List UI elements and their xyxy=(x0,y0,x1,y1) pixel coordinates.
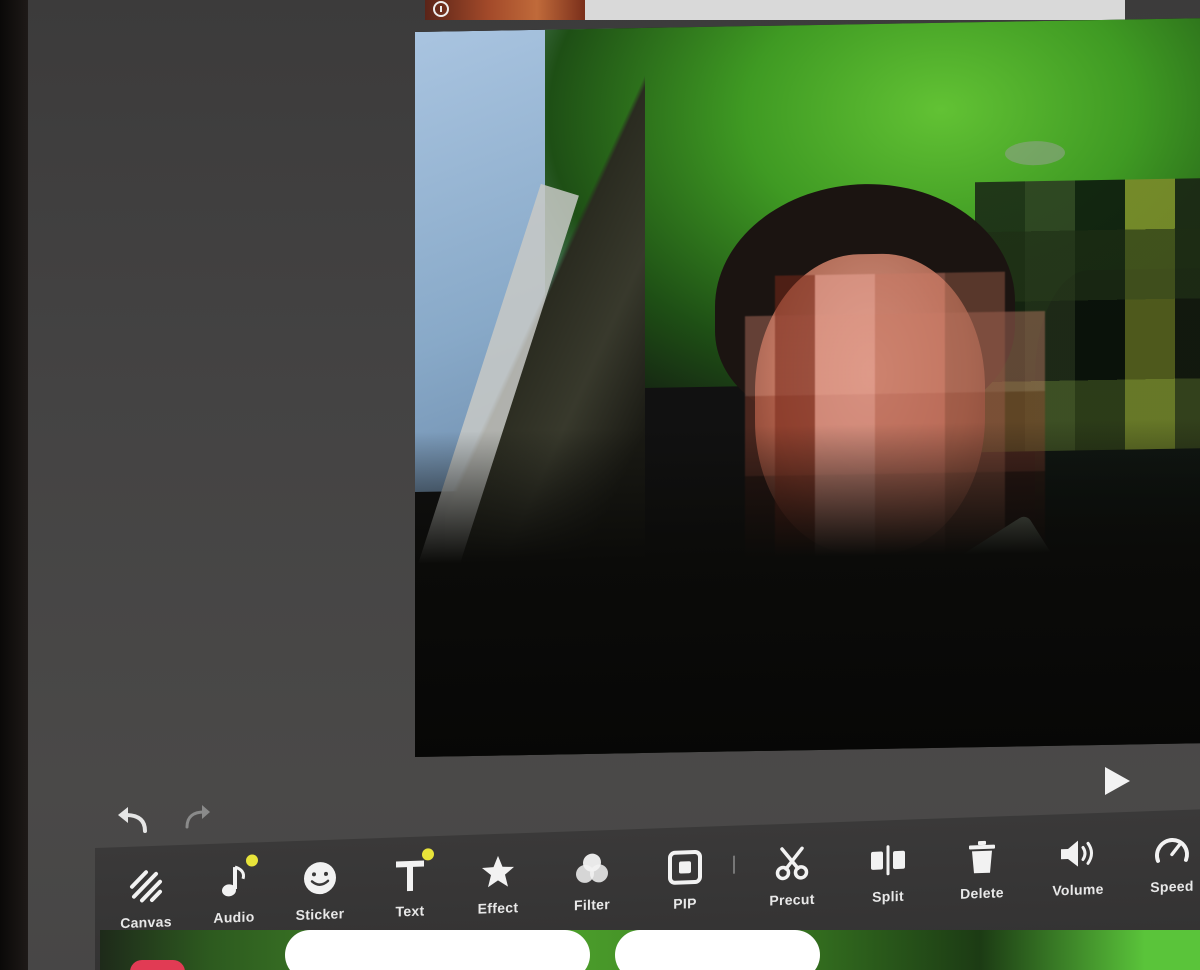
undo-arrow-icon xyxy=(118,807,147,833)
tool-label: Canvas xyxy=(120,913,172,932)
video-preview[interactable] xyxy=(415,18,1200,757)
canvas-stripes-icon xyxy=(126,866,166,907)
photo-scene: Canvas Audio Sticker Text Effect Filter … xyxy=(0,0,1200,970)
redo-button[interactable] xyxy=(182,801,214,831)
new-badge xyxy=(422,848,434,861)
play-icon xyxy=(1105,767,1130,795)
tool-label: Precut xyxy=(769,890,815,909)
timeline-record-marker[interactable] xyxy=(130,960,185,970)
redaction-mark xyxy=(285,930,590,970)
tool-text[interactable]: Text xyxy=(365,848,455,920)
tool-label: Split xyxy=(872,887,904,905)
star-icon xyxy=(478,851,518,892)
info-icon[interactable] xyxy=(433,1,449,17)
tool-volume[interactable]: Volume xyxy=(1033,832,1123,899)
tool-label: Volume xyxy=(1052,880,1104,899)
redo-arrow-icon xyxy=(185,805,210,829)
tool-audio[interactable]: Audio xyxy=(189,854,279,927)
tool-label: Text xyxy=(395,902,425,920)
filter-circles-icon xyxy=(572,848,612,889)
play-button[interactable] xyxy=(1098,763,1134,799)
speedometer-icon xyxy=(1152,830,1192,871)
clip-thumbnail[interactable] xyxy=(425,0,585,20)
tool-label: Audio xyxy=(213,908,255,926)
tool-speed[interactable]: Speed xyxy=(1127,829,1200,896)
tool-label: Delete xyxy=(960,884,1004,902)
undo-button[interactable] xyxy=(115,803,151,835)
tool-label: Sticker xyxy=(295,905,345,923)
smiley-icon xyxy=(300,857,340,898)
text-t-icon xyxy=(390,848,434,895)
tool-effect[interactable]: Effect xyxy=(453,850,543,917)
tool-label: PIP xyxy=(673,894,697,912)
tool-sticker[interactable]: Sticker xyxy=(275,857,365,924)
preview-interior-shadow xyxy=(415,418,1200,757)
tool-label: Speed xyxy=(1150,877,1194,896)
music-note-icon xyxy=(214,854,258,901)
split-icon xyxy=(868,840,908,881)
top-clip-strip[interactable] xyxy=(425,0,1125,20)
tool-split[interactable]: Split xyxy=(843,839,933,906)
tool-pip[interactable]: PIP xyxy=(640,846,730,913)
tool-filter[interactable]: Filter xyxy=(547,847,637,914)
trash-icon xyxy=(962,836,1002,877)
tool-canvas[interactable]: Canvas xyxy=(101,865,191,932)
tool-label: Effect xyxy=(477,899,519,917)
scissors-icon xyxy=(772,843,812,884)
new-badge xyxy=(246,854,258,867)
tool-label: Filter xyxy=(573,896,611,914)
tool-delete[interactable]: Delete xyxy=(937,835,1027,902)
tool-precut[interactable]: Precut xyxy=(747,842,837,909)
pip-icon xyxy=(665,847,705,888)
speaker-icon xyxy=(1058,833,1098,874)
redaction-mark xyxy=(615,930,820,970)
toolbar-divider xyxy=(733,855,735,874)
